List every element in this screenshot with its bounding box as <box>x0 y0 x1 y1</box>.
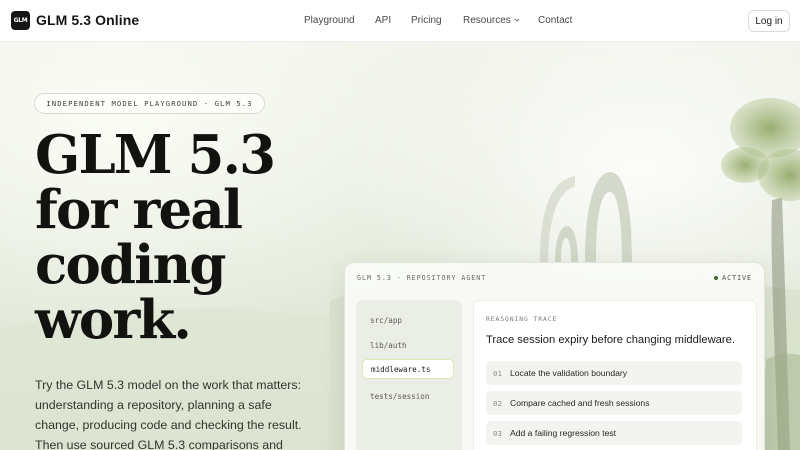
chevron-down-icon <box>514 19 520 22</box>
headline-line: GLM 5.3 <box>35 124 276 186</box>
eyebrow-badge: INDEPENDENT MODEL PLAYGROUND · GLM 5.3 <box>34 93 265 114</box>
description-line: understanding a repository, planning a s… <box>35 398 272 412</box>
headline-line: for real <box>35 179 243 241</box>
trace-label: REASONING TRACE <box>486 315 558 323</box>
nav-link-api[interactable]: API <box>375 15 391 26</box>
agent-panel-title: GLM 5.3 · REPOSITORY AGENT <box>357 274 487 282</box>
trace-step: 01 Locate the validation boundary <box>486 361 742 385</box>
status-dot-icon <box>714 276 719 280</box>
trace-step: 03 Add a failing regression test <box>486 421 742 445</box>
trace-step-text: Add a failing regression test <box>510 428 617 438</box>
agent-status-label: ACTIVE <box>722 274 752 282</box>
reasoning-trace-card: REASONING TRACE Trace session expiry bef… <box>473 300 757 450</box>
trace-step-number: 01 <box>493 368 502 378</box>
description-line: Then use sourced GLM 5.3 comparisons and <box>35 438 283 450</box>
file-item-middleware-selected[interactable]: middleware.ts <box>362 359 454 379</box>
file-item-tests-session[interactable]: tests/session <box>362 386 454 406</box>
headline-line: coding <box>35 234 226 296</box>
nav-link-contact[interactable]: Contact <box>538 15 572 26</box>
nav-link-pricing[interactable]: Pricing <box>411 15 442 26</box>
description-line: change, producing code and checking the … <box>35 418 302 432</box>
file-tree: src/app lib/auth middleware.ts tests/ses… <box>356 300 462 450</box>
headline-line: work. <box>35 289 192 351</box>
repository-agent-panel: GLM 5.3 · REPOSITORY AGENT ACTIVE src/ap… <box>344 262 765 450</box>
hero-description: Try the GLM 5.3 model on the work that m… <box>35 375 325 450</box>
agent-status-badge: ACTIVE <box>714 274 752 282</box>
login-button[interactable]: Log in <box>748 10 790 32</box>
file-item-lib-auth[interactable]: lib/auth <box>362 335 454 355</box>
brand-logo-icon[interactable]: GLM <box>11 11 30 30</box>
top-navigation-bar: GLM GLM 5.3 Online Playground API Pricin… <box>0 0 800 42</box>
file-item-src-app[interactable]: src/app <box>362 310 454 330</box>
trace-step-number: 03 <box>493 428 502 438</box>
nav-dropdown-resources[interactable]: Resources <box>463 15 521 26</box>
trace-title: Trace session expiry before changing mid… <box>486 334 735 346</box>
nav-link-resources-label: Resources <box>463 15 511 26</box>
trace-step-text: Compare cached and fresh sessions <box>510 398 650 408</box>
description-line: Try the GLM 5.3 model on the work that m… <box>35 378 302 392</box>
brand-name-link[interactable]: GLM 5.3 Online <box>36 12 139 28</box>
trace-step-text: Locate the validation boundary <box>510 368 628 378</box>
nav-link-playground[interactable]: Playground <box>304 15 355 26</box>
hero-headline: GLM 5.3 for real coding work. <box>35 128 335 348</box>
trace-step: 02 Compare cached and fresh sessions <box>486 391 742 415</box>
trace-step-number: 02 <box>493 398 502 408</box>
